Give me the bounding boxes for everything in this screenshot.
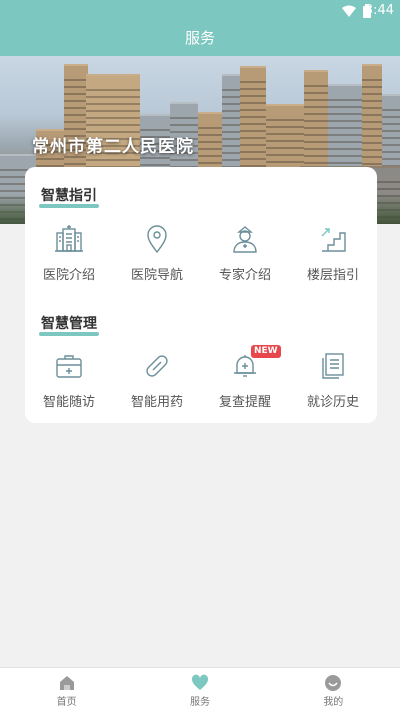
section-title-smart-guide: 智慧指引 (39, 185, 99, 208)
service-visit-history[interactable]: 就诊历史 (289, 351, 377, 410)
page-title-bar: 服务 (0, 22, 400, 56)
tab-mine[interactable]: 我的 (267, 668, 400, 710)
documents-icon (322, 353, 344, 379)
section-title-smart-management: 智慧管理 (39, 313, 99, 336)
service-label: 智能随访 (42, 395, 95, 410)
bottom-tab-bar: 首页 服务 我的 (0, 667, 400, 710)
smart-management-grid: 智能随访 智能用药 NEW 复查提醒 就诊历史 (25, 345, 377, 410)
heart-icon (191, 674, 209, 690)
section-underline (39, 204, 99, 208)
page-title: 服务 (184, 29, 215, 47)
service-smart-medication[interactable]: 智能用药 (113, 351, 201, 410)
home-icon (59, 676, 74, 690)
hospital-building-icon (55, 225, 83, 252)
wifi-icon (342, 5, 356, 17)
service-label: 专家介绍 (218, 268, 271, 283)
service-recheck-reminder[interactable]: NEW 复查提醒 (201, 345, 289, 410)
service-label: 智能用药 (130, 395, 183, 410)
hospital-name: 常州市第二人民医院 (32, 137, 194, 157)
service-label: 医院介绍 (42, 268, 95, 283)
tab-home[interactable]: 首页 (0, 668, 133, 710)
tab-label: 首页 (56, 697, 77, 708)
section-title-text: 智慧指引 (41, 188, 97, 204)
section-underline (39, 332, 99, 336)
service-label: 复查提醒 (218, 395, 271, 410)
medical-kit-icon (56, 355, 82, 378)
tab-label: 我的 (323, 697, 344, 708)
map-pin-icon (147, 225, 167, 254)
service-label: 楼层指引 (306, 268, 359, 283)
service-floor-guide[interactable]: 楼层指引 (289, 224, 377, 283)
tab-service[interactable]: 服务 (133, 668, 266, 710)
section-title-text: 智慧管理 (41, 316, 97, 332)
stairs-icon (321, 228, 346, 252)
service-hospital-navigation[interactable]: 医院导航 (113, 224, 201, 283)
service-smart-followup[interactable]: 智能随访 (25, 351, 113, 410)
status-time: 3:44 (364, 3, 394, 18)
service-label: 就诊历史 (306, 395, 359, 410)
smart-guide-grid: 医院介绍 医院导航 专家介绍 楼层指引 (25, 224, 377, 283)
pill-icon (146, 355, 168, 377)
service-hospital-intro[interactable]: 医院介绍 (25, 224, 113, 283)
smile-icon (325, 675, 342, 691)
new-badge: NEW (251, 345, 281, 358)
doctor-icon (233, 226, 257, 253)
services-card: 智慧指引 医院介绍 医院导航 专家介绍 楼层指引 智慧管理 智能随访 智能用药 … (25, 167, 377, 423)
service-label: 医院导航 (130, 268, 183, 283)
service-expert-intro[interactable]: 专家介绍 (201, 224, 289, 283)
status-bar: 3:44 (0, 0, 400, 22)
tab-label: 服务 (189, 697, 210, 708)
